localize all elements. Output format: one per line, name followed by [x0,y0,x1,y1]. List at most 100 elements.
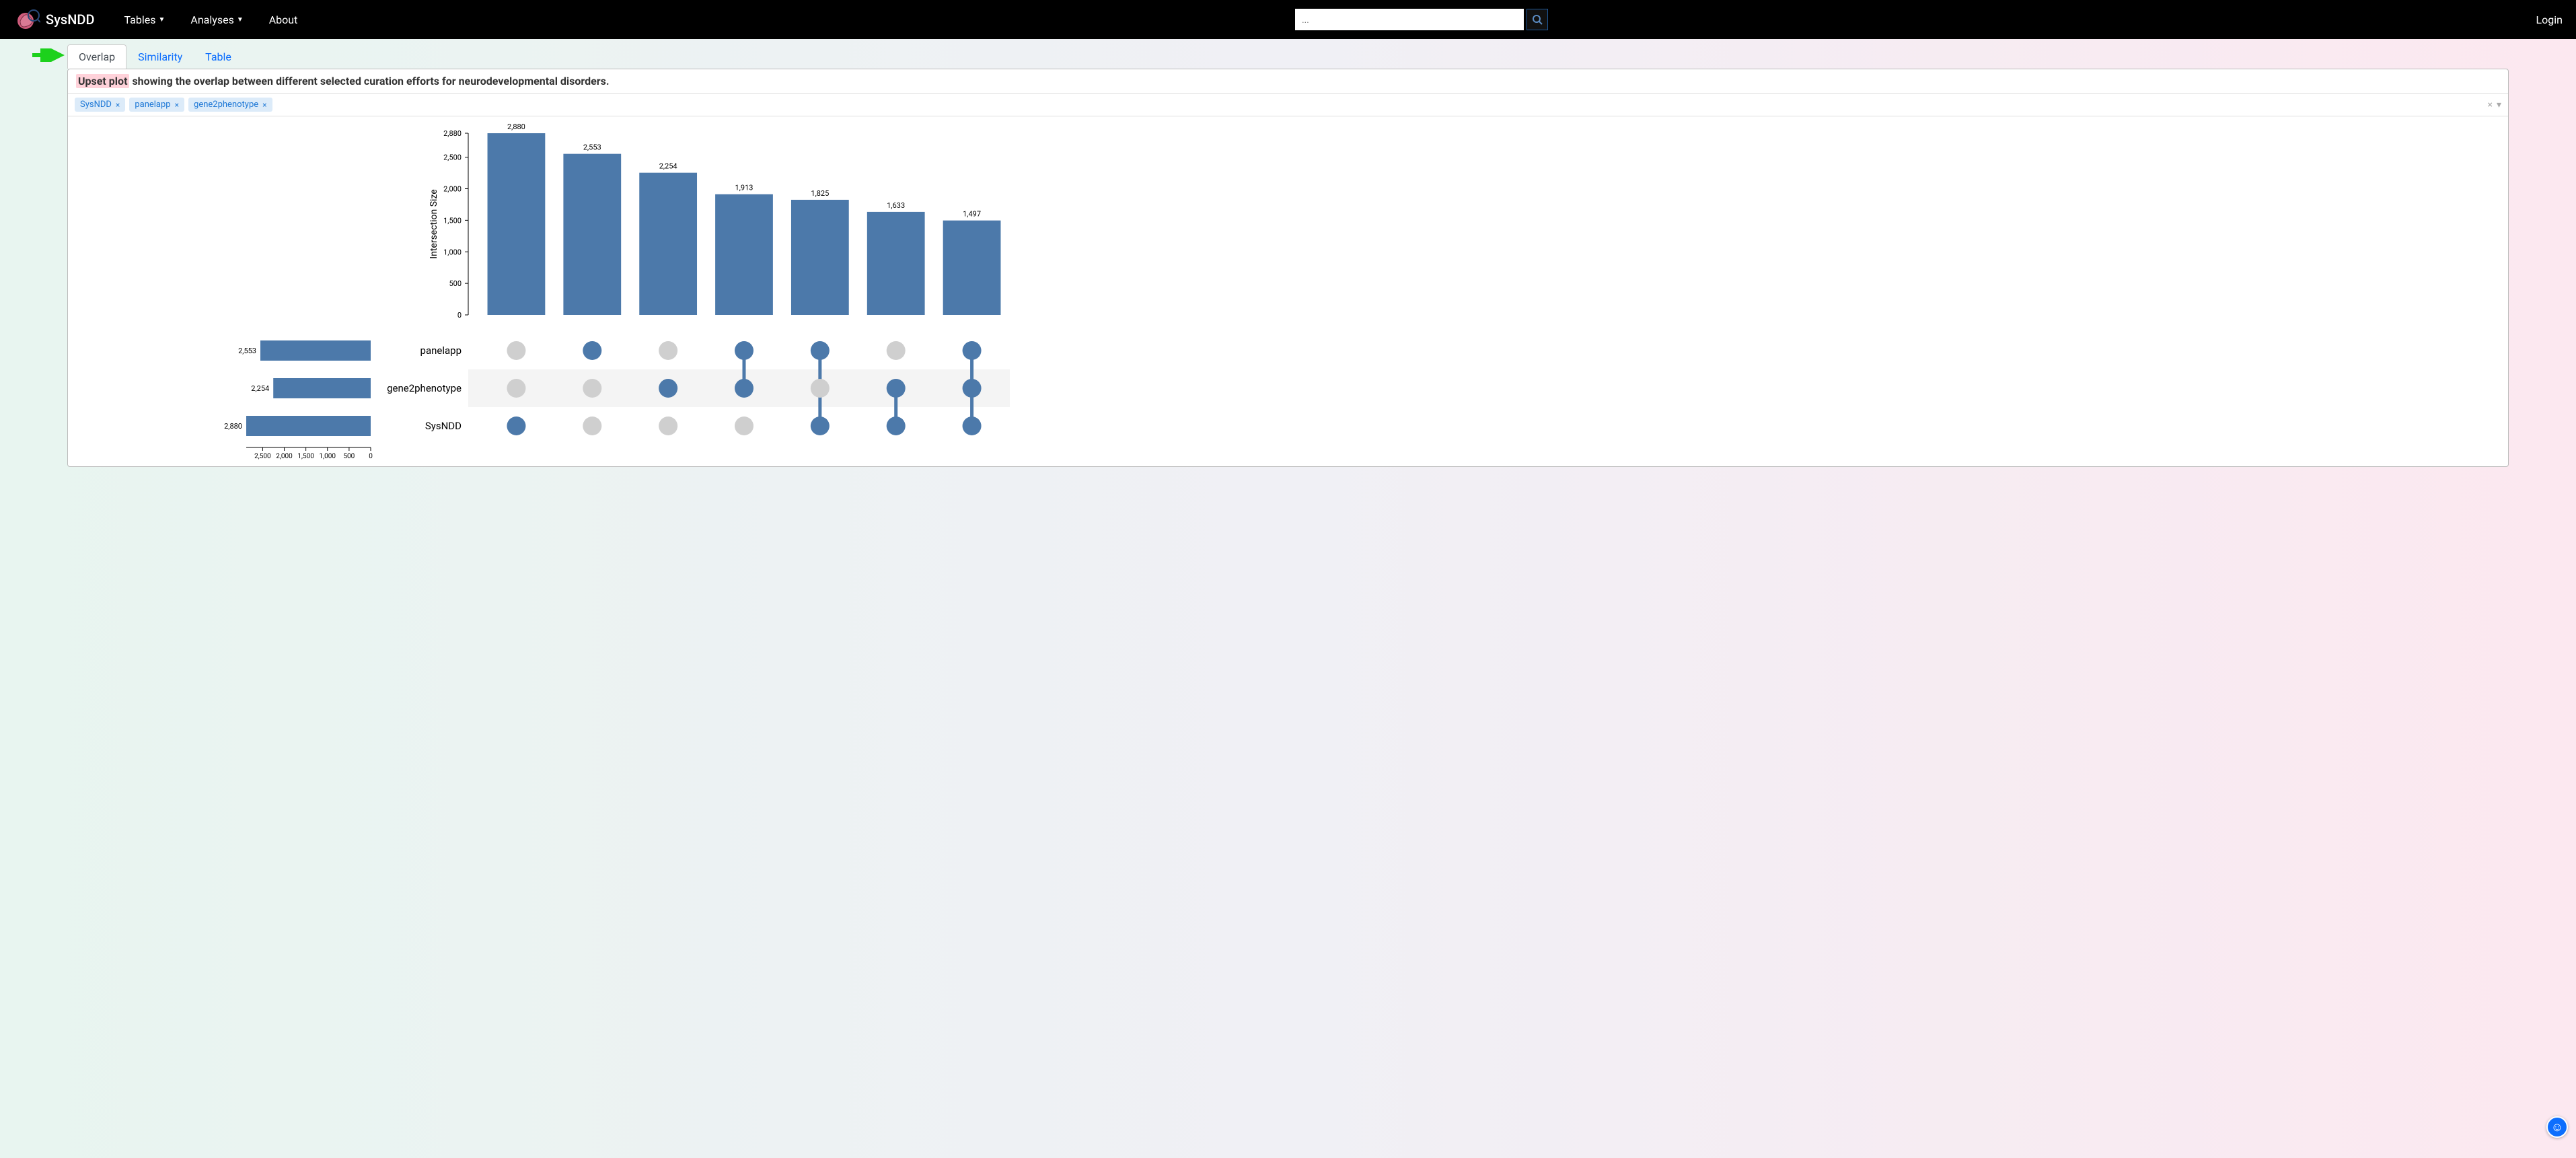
caret-down-icon: ▼ [158,16,165,24]
svg-text:1,500: 1,500 [443,216,462,225]
membership-dot [507,417,525,435]
nav-tables[interactable]: Tables ▼ [115,8,175,32]
bar-value-label: 1,825 [811,189,829,198]
chip-sysndd[interactable]: SysNDD × [75,98,125,112]
tabs: Overlap Similarity Table [0,39,2576,69]
upset-chart: 2,880 2,500 2,000 1,500 1,000 500 0 Intersectio… [68,116,2508,466]
caret-down-icon: ▼ [237,16,244,24]
set-size-value: 2,553 [238,347,256,355]
svg-text:2,000: 2,000 [276,453,293,460]
membership-dot [583,417,601,435]
intersection-bar [715,194,773,315]
set-size-value: 2,254 [251,384,269,393]
svg-text:500: 500 [343,453,355,460]
membership-dot [735,417,753,435]
bar-value-label: 2,553 [583,143,601,152]
nav-analyses-label: Analyses [190,13,233,26]
svg-text:1,500: 1,500 [297,453,314,460]
panel: Upset plot showing the overlap between d… [67,69,2509,467]
set-label: gene2phenotype [387,382,462,394]
membership-dot [963,341,982,360]
tab-table[interactable]: Table [194,44,243,69]
chip-gene2phenotype[interactable]: gene2phenotype × [188,98,272,112]
set-size-bar [246,416,371,436]
svg-text:1,000: 1,000 [320,453,336,460]
nav-about-label: About [269,13,298,26]
svg-text:2,500: 2,500 [443,153,462,162]
membership-dot [887,417,906,435]
bar-value-label: 2,880 [507,123,525,131]
brain-logo-icon [13,6,40,33]
search-icon [1532,14,1543,25]
membership-dot [811,341,830,360]
set-size-value: 2,880 [224,422,242,431]
membership-dot [659,379,677,398]
membership-dot [507,379,525,398]
membership-dot [887,341,906,360]
membership-dot [735,379,753,398]
bar-value-label: 2,254 [659,162,677,171]
main: Overlap Similarity Table Upset plot show… [0,39,2576,467]
nav-analyses[interactable]: Analyses ▼ [181,8,252,32]
login-link[interactable]: Login [2536,13,2563,26]
arrow-indicator-icon [32,48,66,62]
bar-value-label: 1,633 [887,201,905,210]
intersection-bar [488,133,546,315]
svg-text:2,000: 2,000 [443,185,462,194]
tab-similarity[interactable]: Similarity [126,44,194,69]
set-label: panelapp [420,345,462,357]
bar-value-label: 1,497 [963,210,981,219]
set-size-bar [273,378,371,398]
bar-value-label: 1,913 [735,184,753,192]
svg-text:0: 0 [369,453,373,460]
close-icon: × [2487,100,2492,110]
membership-dot [735,341,753,360]
chip-label: panelapp [135,100,170,110]
search-button[interactable] [1526,9,1548,30]
svg-text:2,500: 2,500 [254,453,271,460]
brand-text: SysNDD [46,11,95,28]
svg-text:0: 0 [457,311,462,320]
brand[interactable]: SysNDD [13,6,95,33]
navbar: SysNDD Tables ▼ Analyses ▼ About Login [0,0,2576,39]
chip-label: gene2phenotype [194,100,258,110]
intersection-bar [791,200,849,315]
membership-dot [811,417,830,435]
intersection-bar [943,221,1001,315]
feedback-button[interactable]: ☺ [2546,1116,2568,1138]
chips-clear[interactable]: × ▾ [2487,100,2501,110]
svg-text:1,000: 1,000 [443,248,462,256]
search-input[interactable] [1295,9,1524,30]
smile-icon: ☺ [2551,1120,2563,1134]
membership-dot [963,379,982,398]
intersection-bar [867,212,925,315]
chip-label: SysNDD [80,100,112,110]
set-size-bar [260,340,371,361]
membership-dot [583,341,601,360]
chip-remove-icon[interactable]: × [175,100,179,110]
membership-dot [887,379,906,398]
svg-text:2,880: 2,880 [443,129,462,138]
nav-about[interactable]: About [260,8,307,32]
title-highlight: Upset plot [76,74,129,88]
membership-dot [659,417,677,435]
tab-overlap[interactable]: Overlap [67,44,126,69]
chip-remove-icon[interactable]: × [262,100,266,110]
chevron-down-icon: ▾ [2497,100,2501,110]
intersection-bar [563,154,621,315]
svg-text:500: 500 [449,279,462,288]
chip-remove-icon[interactable]: × [116,100,120,110]
search-wrap [1295,9,1548,30]
membership-dot [963,417,982,435]
svg-text:Intersection Size: Intersection Size [429,189,439,258]
membership-dot [583,379,601,398]
intersection-bar [639,173,697,315]
membership-dot [507,341,525,360]
chips-row: SysNDD × panelapp × gene2phenotype × × ▾ [68,94,2508,116]
set-label: SysNDD [425,420,462,432]
panel-title: Upset plot showing the overlap between d… [68,69,2508,94]
membership-dot [811,379,830,398]
membership-dot [659,341,677,360]
chip-panelapp[interactable]: panelapp × [129,98,184,112]
nav-tables-label: Tables [124,13,156,26]
